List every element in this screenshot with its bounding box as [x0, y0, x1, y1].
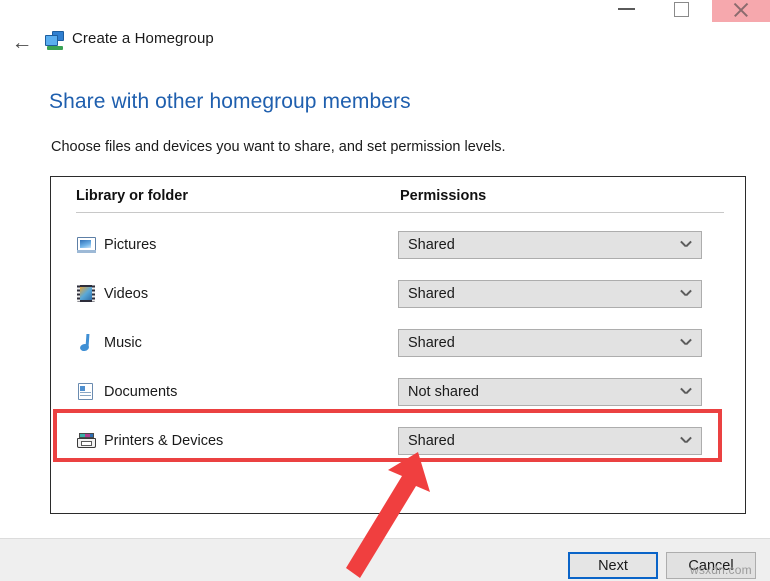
- maximize-button[interactable]: [658, 0, 704, 22]
- pictures-icon: [77, 235, 96, 254]
- homegroup-icon: [45, 31, 67, 51]
- row-label: Documents: [104, 384, 178, 400]
- permission-dropdown-documents[interactable]: Not shared: [398, 378, 702, 406]
- title-bar: [0, 0, 770, 22]
- chevron-down-icon: [681, 437, 691, 447]
- dropdown-value: Shared: [408, 335, 455, 351]
- header-divider: [76, 212, 724, 213]
- chevron-down-icon: [681, 241, 691, 251]
- minimize-icon: [618, 8, 635, 10]
- row-label: Music: [104, 335, 142, 351]
- videos-icon: [77, 284, 96, 303]
- permission-dropdown-music[interactable]: Shared: [398, 329, 702, 357]
- column-header-library: Library or folder: [76, 188, 188, 204]
- sharing-table-panel: Library or folder Permissions Pictures S…: [50, 176, 746, 514]
- table-row[interactable]: Printers & Devices Shared: [51, 419, 745, 468]
- chevron-down-icon: [681, 339, 691, 349]
- column-header-permissions: Permissions: [400, 188, 487, 204]
- close-button[interactable]: [712, 0, 770, 22]
- window-title: Create a Homegroup: [72, 30, 214, 47]
- back-arrow-icon: ←: [11, 30, 33, 54]
- footer-bar: Next Cancel: [0, 538, 770, 581]
- table-row[interactable]: Pictures Shared: [51, 223, 745, 272]
- printer-icon: [77, 431, 96, 450]
- chevron-down-icon: [681, 290, 691, 300]
- row-label: Videos: [104, 286, 149, 302]
- music-icon: [77, 333, 96, 352]
- back-button[interactable]: ←: [8, 28, 36, 56]
- watermark: wsxdn.com: [690, 563, 752, 577]
- table-row[interactable]: Music Shared: [51, 321, 745, 370]
- nav-row: ← Create a Homegroup: [0, 28, 770, 60]
- table-row[interactable]: Documents Not shared: [51, 370, 745, 419]
- documents-icon: [77, 382, 96, 401]
- maximize-icon: [674, 2, 689, 17]
- dropdown-value: Not shared: [408, 384, 479, 400]
- page-subtitle: Choose files and devices you want to sha…: [51, 139, 506, 155]
- close-icon: [732, 1, 750, 19]
- permission-dropdown-videos[interactable]: Shared: [398, 280, 702, 308]
- table-row[interactable]: Videos Shared: [51, 272, 745, 321]
- page-title: Share with other homegroup members: [49, 90, 411, 113]
- row-label: Printers & Devices: [104, 433, 224, 449]
- permission-dropdown-printers[interactable]: Shared: [398, 427, 702, 455]
- minimize-button[interactable]: [603, 0, 649, 22]
- dropdown-value: Shared: [408, 433, 455, 449]
- row-label: Pictures: [104, 237, 157, 253]
- chevron-down-icon: [681, 388, 691, 398]
- next-button[interactable]: Next: [568, 552, 658, 579]
- dropdown-value: Shared: [408, 237, 455, 253]
- dropdown-value: Shared: [408, 286, 455, 302]
- permission-dropdown-pictures[interactable]: Shared: [398, 231, 702, 259]
